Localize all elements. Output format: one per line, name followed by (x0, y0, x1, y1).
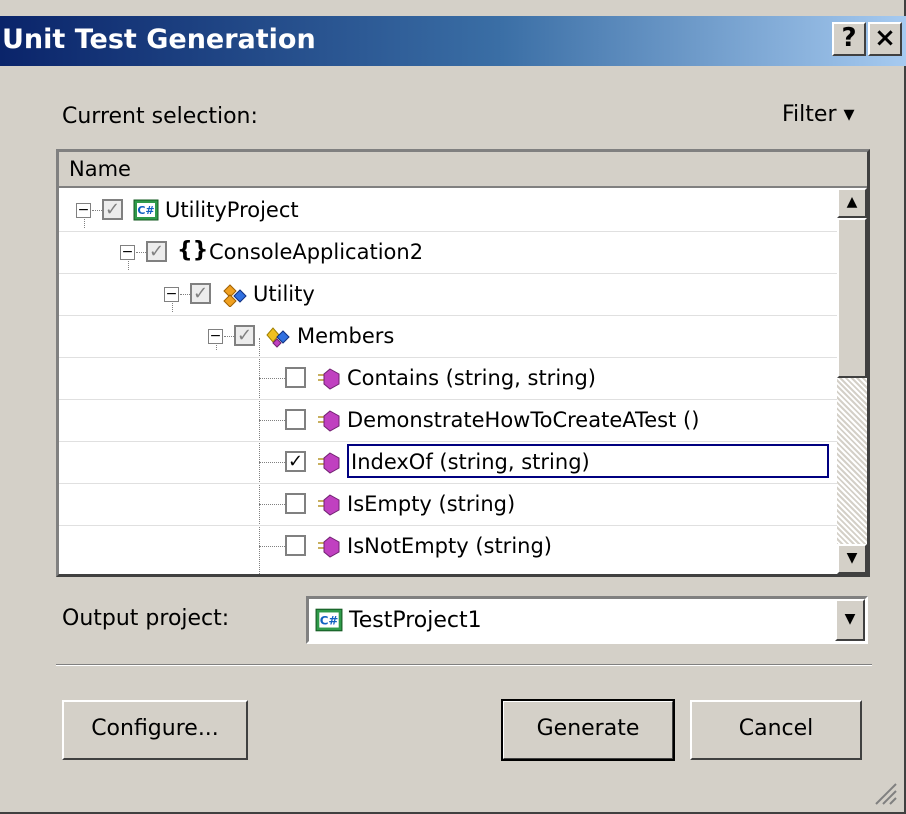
separator (56, 664, 872, 666)
generate-button[interactable]: Generate (501, 699, 675, 761)
checkbox[interactable] (285, 535, 306, 556)
checkbox[interactable] (285, 493, 306, 514)
configure-button[interactable]: Configure... (62, 700, 248, 760)
output-project-label: Output project: (62, 606, 230, 631)
method-icon (318, 452, 340, 474)
tree-item-utility-project[interactable]: − ✓ C# UtilityProject (59, 190, 837, 232)
filter-dropdown[interactable]: Filter ▾ (782, 102, 855, 127)
tree-item-members[interactable]: − ✓ Members (59, 316, 837, 358)
output-project-combobox[interactable]: C# TestProject1 ▼ (306, 596, 868, 644)
partial-checkbox[interactable]: ✓ (234, 325, 255, 346)
tree-item-label: IsEmpty (string) (347, 492, 516, 516)
tree-item-isnotempty[interactable]: IsNotEmpty (string) (59, 526, 837, 568)
method-icon (318, 536, 340, 558)
tree-item-label: ConsoleApplication2 (209, 240, 424, 264)
method-icon (318, 410, 340, 432)
partial-checkbox[interactable]: ✓ (146, 241, 167, 262)
collapse-icon[interactable]: − (120, 245, 135, 260)
checkbox-checked[interactable]: ✓ (285, 451, 306, 472)
method-icon (318, 368, 340, 390)
checkbox[interactable] (285, 367, 306, 388)
tree-item-label: UtilityProject (165, 198, 299, 222)
tree-column-header[interactable]: Name (59, 152, 867, 188)
svg-text:C#: C# (137, 204, 154, 217)
collapse-icon[interactable]: − (164, 287, 179, 302)
members-icon (266, 327, 290, 348)
close-button[interactable]: × (868, 22, 902, 56)
tree-item-console-application[interactable]: − ✓ {} ConsoleApplication2 (59, 232, 837, 274)
member-tree[interactable]: Name − ✓ C# UtilityProject − ✓ {} Consol… (56, 149, 870, 577)
resize-grip-icon[interactable] (872, 780, 898, 806)
cancel-button[interactable]: Cancel (690, 700, 862, 760)
tree-item-indexof[interactable]: ✓ IndexOf (string, string) (59, 442, 837, 484)
tree-item-label: DemonstrateHowToCreateATest () (347, 408, 700, 432)
partial-checkbox[interactable]: ✓ (190, 283, 211, 304)
scroll-up-button[interactable]: ▲ (837, 188, 867, 218)
namespace-icon: {} (177, 238, 209, 263)
tree-item-label: Members (297, 324, 395, 348)
tree-item-isempty[interactable]: IsEmpty (string) (59, 484, 837, 526)
current-selection-label: Current selection: (62, 104, 258, 129)
tree-item-contains[interactable]: Contains (string, string) (59, 358, 837, 400)
partial-checkbox[interactable]: ✓ (102, 199, 123, 220)
help-button[interactable]: ? (832, 22, 866, 56)
method-icon (318, 494, 340, 516)
tree-item-label: Contains (string, string) (347, 366, 596, 390)
svg-text:C#: C# (320, 613, 339, 627)
tree-item-demonstrate[interactable]: DemonstrateHowToCreateATest () (59, 400, 837, 442)
output-project-value: TestProject1 (349, 608, 482, 633)
collapse-icon[interactable]: − (76, 203, 91, 218)
chevron-down-icon[interactable]: ▼ (835, 599, 865, 641)
class-icon (223, 284, 247, 307)
tree-item-label: IndexOf (string, string) (347, 444, 829, 478)
checkbox[interactable] (285, 409, 306, 430)
csharp-project-icon: C# (133, 199, 159, 221)
unit-test-generation-dialog: Unit Test Generation ? × Current selecti… (0, 0, 906, 814)
title-bar[interactable]: Unit Test Generation ? × (0, 16, 906, 66)
collapse-icon[interactable]: − (208, 329, 223, 344)
scroll-thumb[interactable] (837, 218, 867, 378)
csharp-project-icon: C# (315, 608, 343, 632)
window-title: Unit Test Generation (2, 24, 316, 55)
tree-item-label: Utility (253, 282, 315, 306)
tree-scrollbar[interactable]: ▲ ▼ (837, 188, 867, 574)
tree-item-label: IsNotEmpty (string) (347, 534, 552, 558)
tree-item-utility-class[interactable]: − ✓ Utility (59, 274, 837, 316)
name-column-label: Name (69, 157, 131, 181)
scroll-down-button[interactable]: ▼ (837, 544, 867, 574)
